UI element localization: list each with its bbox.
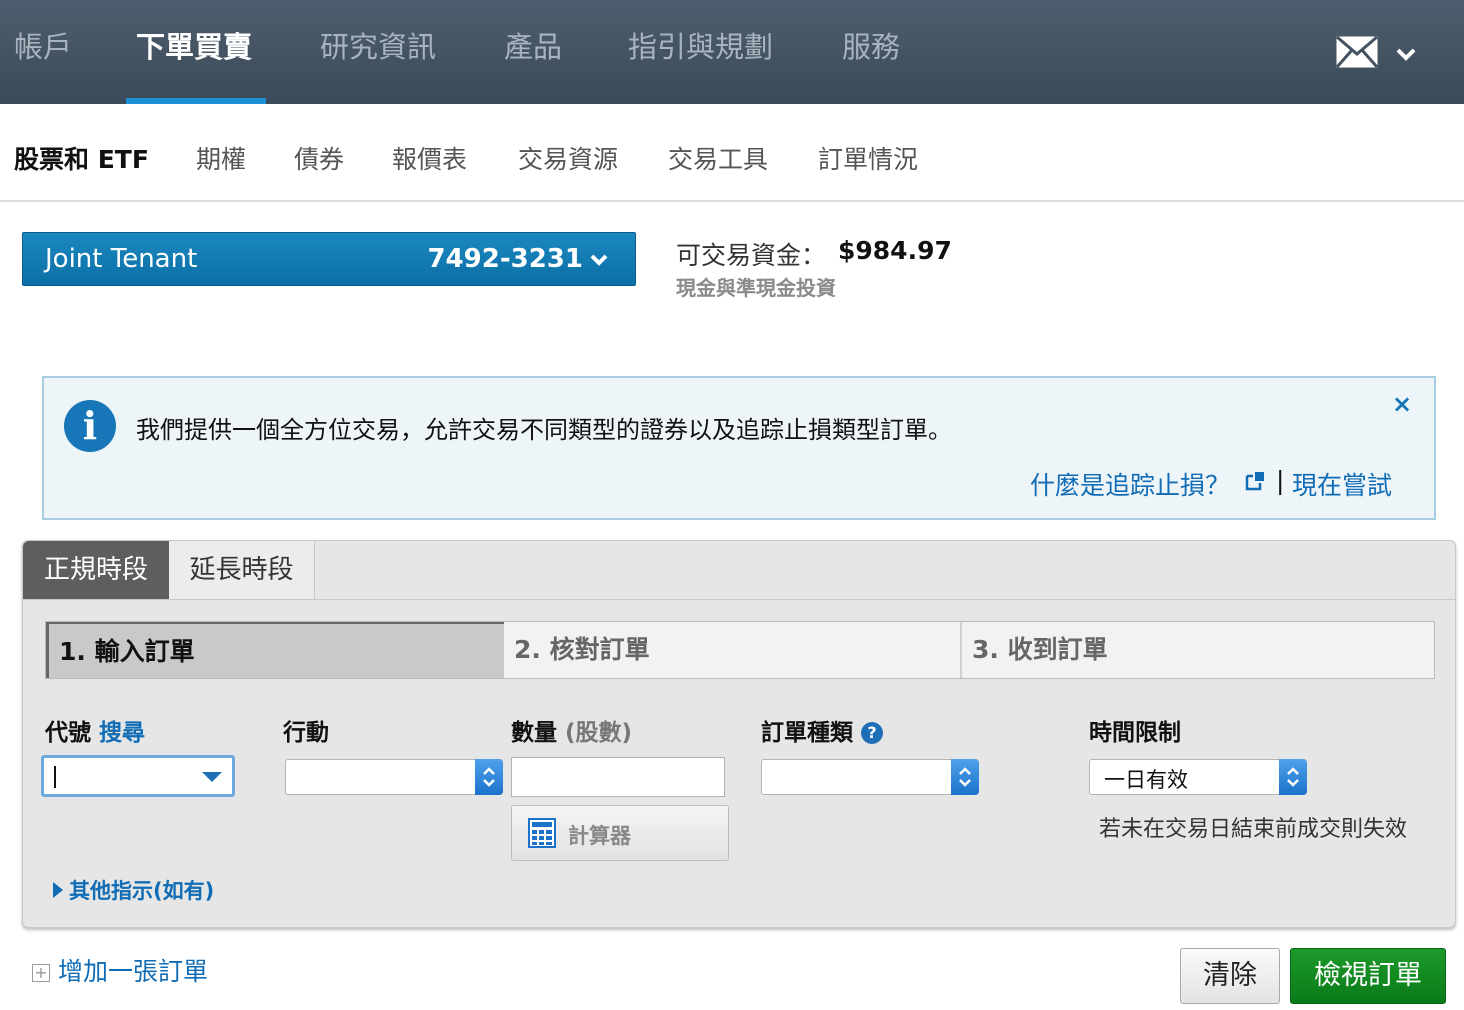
sub-nav: 股票和 ETF 期權 債券 報價表 交易資源 交易工具 訂單情況: [0, 104, 1464, 202]
calculator-label: 計算器: [568, 824, 631, 848]
order-type-label: 訂單種類?: [761, 713, 883, 747]
chevron-down-icon: [590, 254, 608, 266]
account-name: Joint Tenant: [45, 244, 198, 274]
quantity-input[interactable]: [511, 757, 725, 797]
nav-accounts[interactable]: 帳戶: [14, 24, 72, 66]
step-order-received: 3. 收到訂單: [972, 635, 1108, 664]
order-steps: 1. 輸入訂單 2. 核對訂單 3. 收到訂單: [45, 621, 1435, 679]
other-instructions-toggle[interactable]: 其他指示(如有): [53, 875, 214, 905]
time-limit-select[interactable]: 一日有效: [1089, 759, 1307, 795]
text-caret: [54, 766, 56, 788]
account-selector[interactable]: Joint Tenant 7492-3231: [22, 232, 636, 286]
subnav-trade-resources[interactable]: 交易資源: [518, 140, 618, 176]
tab-extended-session[interactable]: 延長時段: [169, 541, 315, 599]
nav-research[interactable]: 研究資訊: [320, 24, 436, 66]
subnav-options[interactable]: 期權: [196, 140, 246, 176]
quantity-label: 數量 (股數): [511, 713, 632, 747]
available-funds-sub: 現金與準現金投資: [676, 276, 836, 300]
time-limit-label: 時間限制: [1089, 720, 1181, 746]
order-type-label-text: 訂單種類: [761, 720, 853, 746]
step-enter-order: 1. 輸入訂單: [46, 622, 504, 678]
tab-regular-session[interactable]: 正規時段: [23, 541, 169, 599]
available-funds-label: 可交易資金：: [676, 241, 827, 270]
external-link-icon[interactable]: [1244, 470, 1266, 492]
subnav-quotes[interactable]: 報價表: [392, 140, 467, 176]
help-icon[interactable]: ?: [861, 722, 883, 744]
chevron-down-icon[interactable]: [1395, 44, 1417, 64]
info-icon: i: [64, 400, 116, 452]
top-nav: 帳戶 下單買賣 研究資訊 產品 指引與規劃 服務: [0, 0, 1464, 104]
close-icon[interactable]: ×: [1392, 390, 1412, 418]
account-number: 7492-3231: [427, 244, 583, 274]
nav-products[interactable]: 產品: [504, 24, 562, 66]
time-limit-value: 一日有效: [1104, 768, 1188, 792]
tab-divider: [23, 599, 1455, 600]
time-limit-note: 若未在交易日結束前成交則失效: [1099, 817, 1408, 842]
other-instructions-label: 其他指示(如有): [69, 879, 215, 903]
mail-icon[interactable]: [1336, 36, 1378, 68]
order-panel: 正規時段 延長時段 1. 輸入訂單 2. 核對訂單 3. 收到訂單 代號 搜尋 …: [22, 540, 1456, 928]
symbol-input[interactable]: [41, 755, 235, 797]
select-stepper-icon[interactable]: [475, 759, 503, 795]
calculator-button[interactable]: 計算器: [511, 805, 729, 861]
symbol-label-text: 代號: [45, 720, 91, 746]
add-order-link[interactable]: + 增加一張訂單: [32, 952, 208, 988]
order-type-select[interactable]: [761, 759, 979, 795]
available-funds-value: $984.97: [838, 236, 952, 265]
dropdown-arrow-icon[interactable]: [202, 772, 222, 782]
step-verify-order: 2. 核對訂單: [504, 622, 962, 678]
link-separator: |: [1276, 466, 1285, 495]
add-order-label: 增加一張訂單: [58, 957, 209, 986]
nav-planning[interactable]: 指引與規劃: [628, 24, 773, 66]
select-stepper-icon[interactable]: [1279, 759, 1307, 795]
expand-triangle-icon: [53, 882, 63, 898]
subnav-stocks-etf[interactable]: 股票和 ETF: [14, 140, 149, 176]
action-select[interactable]: [285, 759, 503, 795]
info-banner: i 我們提供一個全方位交易，允許交易不同類型的證券以及追踪止損類型訂單。 × 什…: [42, 376, 1436, 520]
nav-trade[interactable]: 下單買賣: [136, 24, 252, 66]
banner-message: 我們提供一個全方位交易，允許交易不同類型的證券以及追踪止損類型訂單。: [136, 416, 952, 444]
select-stepper-icon[interactable]: [951, 759, 979, 795]
review-order-button[interactable]: 檢視訂單: [1290, 948, 1446, 1004]
symbol-label: 代號 搜尋: [45, 713, 145, 747]
quantity-label-text: 數量: [511, 720, 557, 746]
action-label: 行動: [283, 720, 329, 746]
nav-service[interactable]: 服務: [842, 24, 900, 66]
what-is-trailing-stop-link[interactable]: 什麼是追踪止損？: [1030, 466, 1230, 502]
subnav-order-status[interactable]: 訂單情況: [818, 140, 918, 176]
plus-box-icon: +: [32, 964, 50, 982]
subnav-bonds[interactable]: 債券: [294, 140, 344, 176]
subnav-trade-tools[interactable]: 交易工具: [668, 140, 768, 176]
try-now-link[interactable]: 現在嘗試: [1292, 466, 1392, 502]
clear-button[interactable]: 清除: [1180, 948, 1280, 1004]
symbol-search-link[interactable]: 搜尋: [99, 720, 145, 746]
quantity-unit: (股數): [565, 720, 633, 746]
calculator-icon: [528, 818, 556, 848]
